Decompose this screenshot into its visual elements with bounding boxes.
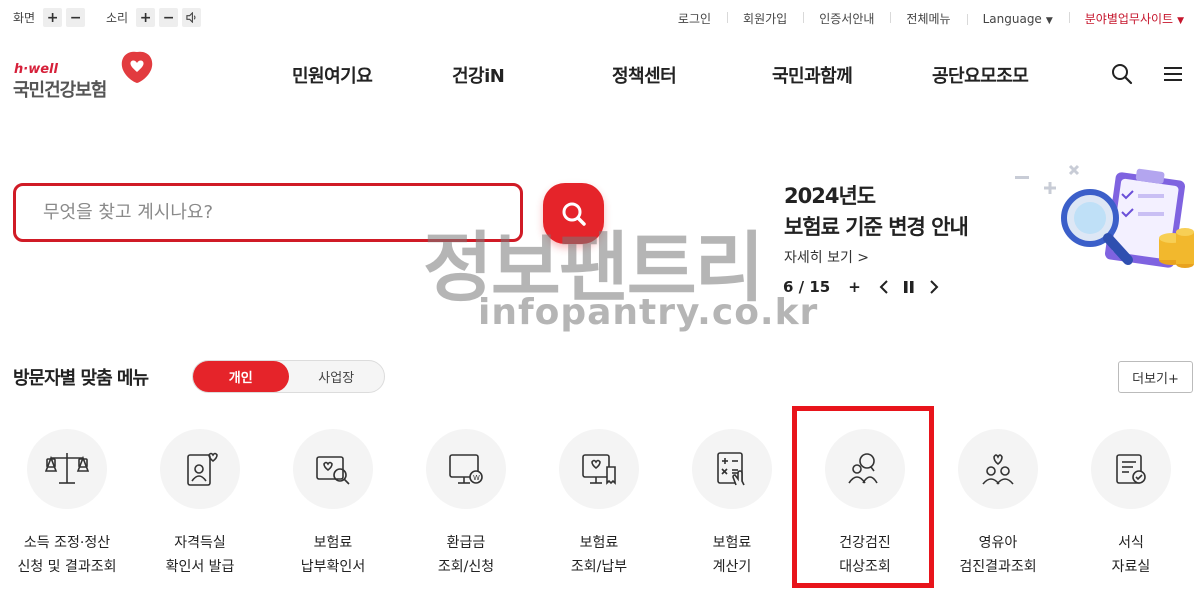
menu-icon-circle bbox=[160, 429, 240, 509]
menu-label: 보험료계산기 bbox=[665, 531, 799, 579]
sound-up-button[interactable]: + bbox=[136, 8, 156, 27]
menu-label: 자격득실확인서 발급 bbox=[133, 531, 267, 579]
menu-infant-checkup-result[interactable]: 영유아검진결과조회 bbox=[931, 429, 1065, 589]
menu-label: 소득 조정·정산신청 및 결과조회 bbox=[0, 531, 134, 579]
menu-income-adjustment[interactable]: 소득 조정·정산신청 및 결과조회 bbox=[0, 429, 134, 589]
menu-label: 환급금조회/신청 bbox=[399, 531, 533, 579]
banner-more-link[interactable]: 자세히 보기 > bbox=[784, 247, 869, 267]
language-label: Language bbox=[982, 11, 1042, 26]
menu-label-line1: 보험료 bbox=[579, 535, 619, 551]
menu-icon-circle bbox=[559, 429, 639, 509]
nav-with-citizens[interactable]: 국민과함께 bbox=[772, 62, 853, 88]
family-heart-icon bbox=[982, 454, 1014, 485]
banner-title-line1: 2024년도 bbox=[784, 184, 876, 208]
clipboard-magnifier-illustration bbox=[1015, 164, 1194, 268]
menu-label-line2: 납부확인서 bbox=[300, 559, 366, 575]
certificate-guide-link[interactable]: 인증서안내 bbox=[803, 10, 890, 27]
menu-label-line2: 신청 및 결과조회 bbox=[17, 559, 117, 575]
menu-refund[interactable]: W 환급금조회/신청 bbox=[399, 429, 533, 589]
search-icon[interactable] bbox=[1110, 62, 1134, 86]
nav-civil-service[interactable]: 민원여기요 bbox=[292, 62, 373, 88]
nhis-logo[interactable]: h·well 국민건강보험 bbox=[13, 50, 163, 101]
screen-zoom-label: 화면 bbox=[13, 11, 36, 25]
caret-down-icon: ▼ bbox=[1177, 16, 1184, 26]
highlight-box bbox=[792, 406, 934, 588]
menu-label-line2: 자료실 bbox=[1111, 559, 1151, 575]
svg-text:W: W bbox=[473, 474, 480, 482]
menu-premium-calculator[interactable]: 보험료계산기 bbox=[665, 429, 799, 589]
sound-control: 소리 + − bbox=[106, 8, 205, 27]
id-card-heart-icon bbox=[187, 452, 218, 486]
tab-individual[interactable]: 개인 bbox=[193, 361, 289, 392]
menu-label-line1: 자격득실 bbox=[174, 535, 226, 551]
language-select[interactable]: Language ▼ bbox=[966, 11, 1069, 26]
menu-icon-circle bbox=[27, 429, 107, 509]
menu-label-line2: 검진결과조회 bbox=[959, 559, 1037, 575]
more-button[interactable]: 더보기+ bbox=[1118, 361, 1193, 393]
calculator-icon bbox=[717, 452, 745, 486]
banner-add-button[interactable]: + bbox=[848, 278, 861, 296]
section-title: 방문자별 맞춤 메뉴 bbox=[13, 368, 149, 389]
business-site-link[interactable]: 분야별업무사이트 ▼ bbox=[1068, 10, 1184, 27]
menu-icon-circle bbox=[1091, 429, 1171, 509]
menu-label-line2: 조회/납부 bbox=[570, 559, 628, 575]
nav-policy-center[interactable]: 정책센터 bbox=[612, 62, 677, 88]
business-site-label: 분야별업무사이트 bbox=[1084, 12, 1174, 26]
tab-business[interactable]: 사업장 bbox=[289, 361, 385, 392]
menu-icon-circle bbox=[692, 429, 772, 509]
form-check-icon bbox=[1116, 454, 1146, 484]
utility-bar: 화면 + − 소리 + − 로그인 회원가입 인증서안내 전체메뉴 Langua… bbox=[0, 0, 1200, 36]
monitor-coin-icon: W bbox=[449, 454, 483, 484]
menu-label: 서식자료실 bbox=[1064, 531, 1198, 579]
login-link[interactable]: 로그인 bbox=[662, 10, 727, 27]
caret-down-icon: ▼ bbox=[1045, 15, 1053, 26]
menu-icon-circle: W bbox=[426, 429, 506, 509]
menu-label-line2: 계산기 bbox=[712, 559, 752, 575]
hamburger-menu-icon[interactable] bbox=[1161, 62, 1185, 86]
scale-icon bbox=[45, 453, 89, 484]
menu-label: 영유아검진결과조회 bbox=[931, 531, 1065, 579]
logo-tagline: h·well bbox=[14, 62, 58, 77]
menu-label-line1: 보험료 bbox=[313, 535, 353, 551]
sound-down-button[interactable]: − bbox=[159, 8, 179, 27]
menu-icon-circle bbox=[293, 429, 373, 509]
screen-zoom-in-button[interactable]: + bbox=[43, 8, 63, 27]
nav-about-nhis[interactable]: 공단요모조모 bbox=[932, 62, 1029, 88]
menu-label-line2: 조회/신청 bbox=[437, 559, 495, 575]
menu-label-line1: 소득 조정·정산 bbox=[23, 535, 111, 551]
menu-premium-payment-certificate[interactable]: 보험료납부확인서 bbox=[266, 429, 400, 589]
menu-form-library[interactable]: 서식자료실 bbox=[1064, 429, 1198, 589]
document-search-icon bbox=[316, 456, 350, 485]
watermark-url: infopantry.co.kr bbox=[478, 292, 819, 333]
menu-premium-inquiry-payment[interactable]: 보험료조회/납부 bbox=[532, 429, 666, 589]
chevron-left-icon[interactable] bbox=[879, 280, 889, 294]
menu-icon-circle bbox=[958, 429, 1038, 509]
speaker-icon[interactable] bbox=[182, 8, 202, 27]
utility-links: 로그인 회원가입 인증서안내 전체메뉴 Language ▼ 분야별업무사이트 ▼ bbox=[662, 10, 1184, 27]
pause-icon[interactable] bbox=[903, 280, 915, 294]
visitor-type-toggle: 개인 사업장 bbox=[192, 360, 385, 393]
logo-name: 국민건강보험 bbox=[13, 80, 107, 101]
menu-label-line1: 보험료 bbox=[712, 535, 752, 551]
screen-zoom-out-button[interactable]: − bbox=[66, 8, 86, 27]
screen-zoom-control: 화면 + − bbox=[13, 8, 89, 27]
menu-label: 보험료납부확인서 bbox=[266, 531, 400, 579]
all-menu-link[interactable]: 전체메뉴 bbox=[890, 10, 966, 27]
signup-link[interactable]: 회원가입 bbox=[727, 10, 803, 27]
logo-heart-icon bbox=[121, 51, 153, 83]
menu-label-line1: 서식 bbox=[1118, 535, 1144, 551]
banner-title-line2: 보험료 기준 변경 안내 bbox=[784, 215, 969, 239]
menu-qualification-certificate[interactable]: 자격득실확인서 발급 bbox=[133, 429, 267, 589]
menu-label-line1: 영유아 bbox=[978, 535, 1018, 551]
menu-label-line2: 확인서 발급 bbox=[165, 559, 235, 575]
menu-label: 보험료조회/납부 bbox=[532, 531, 666, 579]
chevron-right-icon[interactable] bbox=[929, 280, 939, 294]
sound-label: 소리 bbox=[106, 11, 129, 25]
monitor-receipt-icon bbox=[582, 454, 616, 485]
menu-label-line1: 환급금 bbox=[446, 535, 486, 551]
nav-health-in[interactable]: 건강iN bbox=[452, 62, 505, 88]
